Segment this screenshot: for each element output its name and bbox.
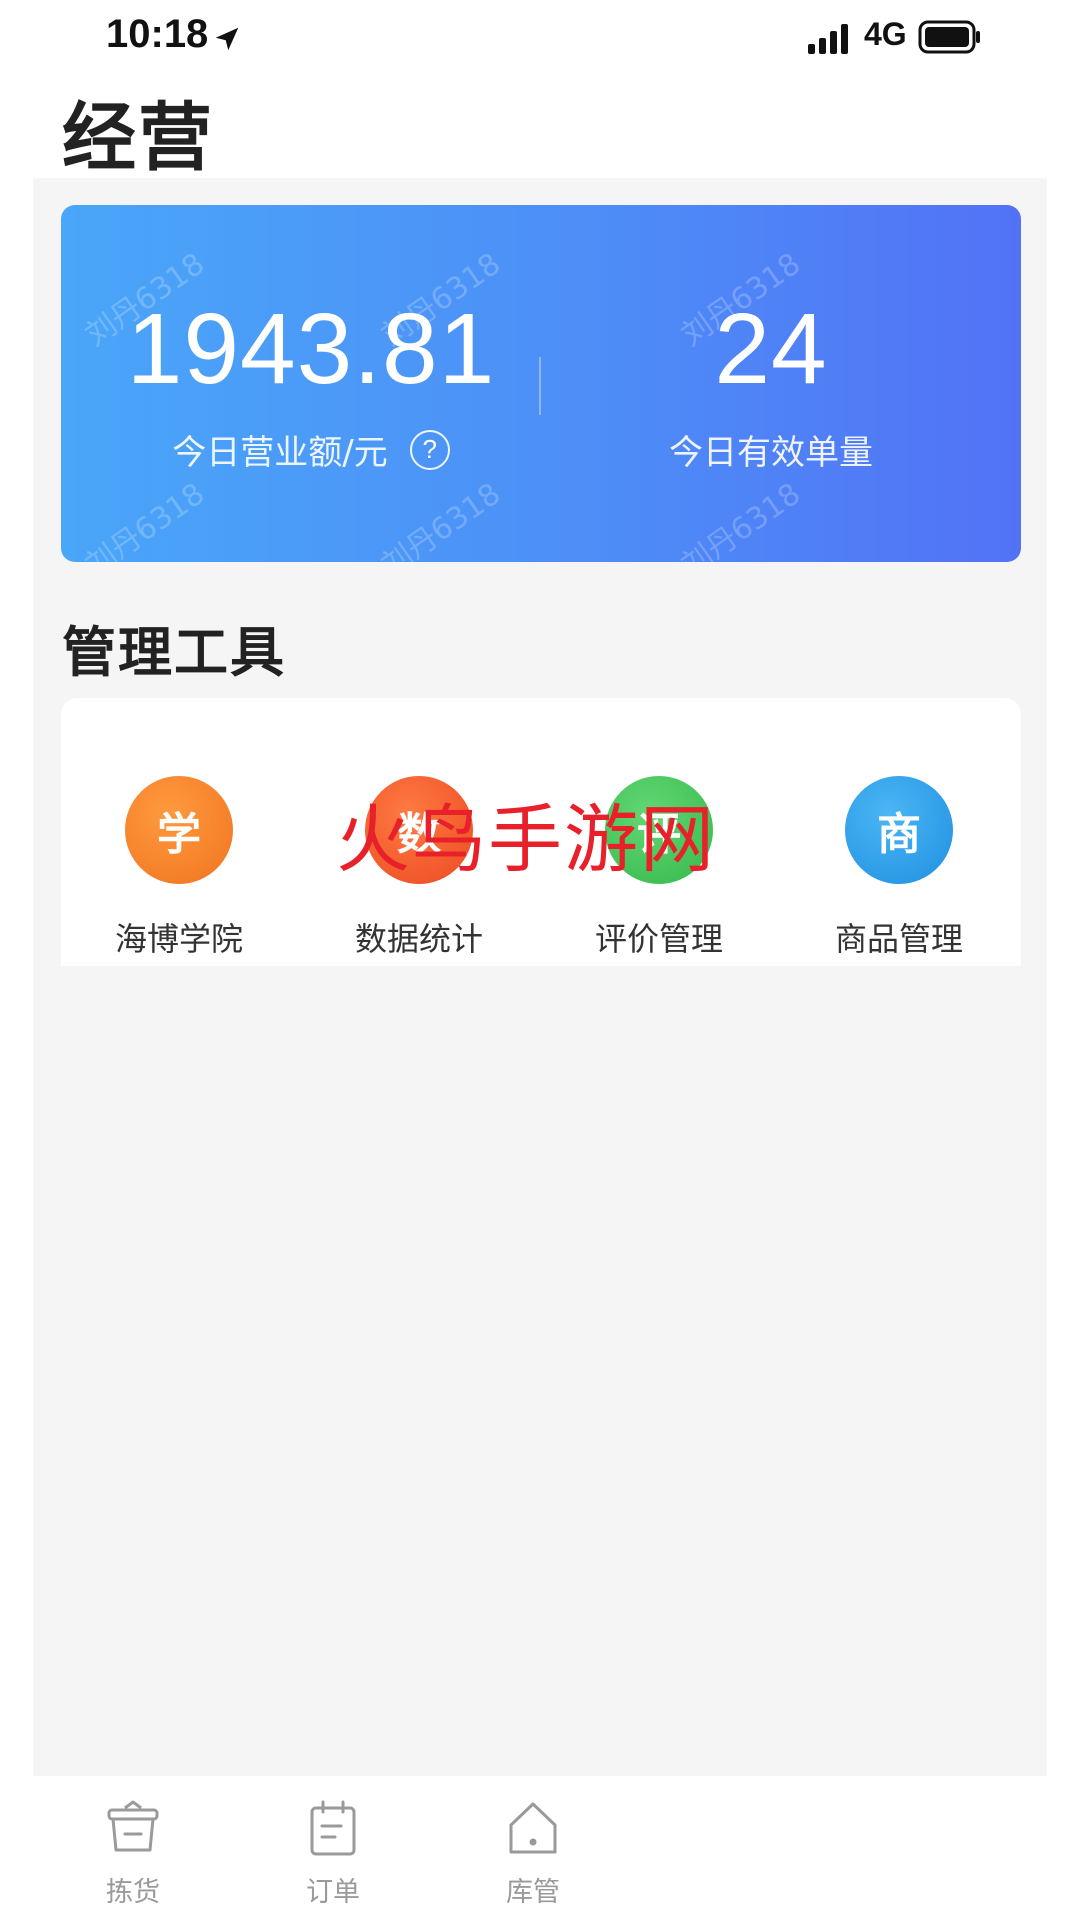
orders-stat: 24 今日有效单量 [561, 299, 981, 474]
location-arrow-icon [215, 27, 239, 51]
section-title: 管理工具 [62, 621, 286, 684]
revenue-label: 今日营业额/元 [172, 433, 388, 473]
goods-icon: 商 [845, 776, 953, 884]
signal-icon [808, 24, 848, 54]
network-label: 4G [864, 16, 907, 52]
nav-label: 库管 [506, 1877, 560, 1908]
overlay-watermark-text: 火鸟手游网 [336, 797, 716, 883]
watermark: 刘丹6318 [375, 476, 508, 562]
academy-icon: 学 [125, 776, 233, 884]
watermark: 刘丹6318 [79, 476, 212, 562]
summary-card: 刘丹6318 刘丹6318 刘丹6318 刘丹6318 刘丹6318 刘丹631… [61, 205, 1021, 562]
orders-label: 今日有效单量 [669, 433, 873, 473]
status-bar: 10:18 4G [0, 0, 1080, 74]
card-divider [539, 357, 541, 415]
revenue-value: 1943.81 [126, 293, 496, 405]
tool-label: 评价管理 [594, 920, 723, 958]
tool-label: 数据统计 [354, 920, 483, 958]
nav-label: 订单 [306, 1877, 360, 1908]
revenue-stat: 1943.81 今日营业额/元 ? [101, 299, 521, 474]
help-icon[interactable]: ? [409, 429, 450, 470]
nav-item-picking[interactable]: 拣货 [73, 1798, 193, 1909]
tool-label: 海博学院 [114, 920, 243, 958]
nav-item-inventory[interactable]: 库管 [473, 1798, 593, 1909]
status-time: 10:18 [106, 12, 209, 56]
tool-label: 商品管理 [834, 920, 963, 958]
home-icon [509, 1802, 557, 1854]
tool-goods-management[interactable]: 商 商品管理 [799, 776, 999, 960]
nav-label: 拣货 [106, 1877, 160, 1908]
tool-academy[interactable]: 学 海博学院 [79, 776, 279, 960]
orders-value: 24 [714, 293, 828, 405]
nav-item-orders[interactable]: 订单 [273, 1798, 393, 1909]
page-title: 经营 [62, 95, 214, 181]
clipboard-icon [310, 1800, 356, 1856]
screen: 10:18 4G 经营 刘丹6318 刘丹6318 刘丹6318 刘丹6318 … [0, 0, 1080, 1920]
watermark: 刘丹6318 [675, 476, 808, 562]
bottom-nav: 拣货 订单 库管 [0, 1776, 1080, 1920]
basket-icon [107, 1800, 159, 1852]
battery-icon [918, 20, 980, 54]
